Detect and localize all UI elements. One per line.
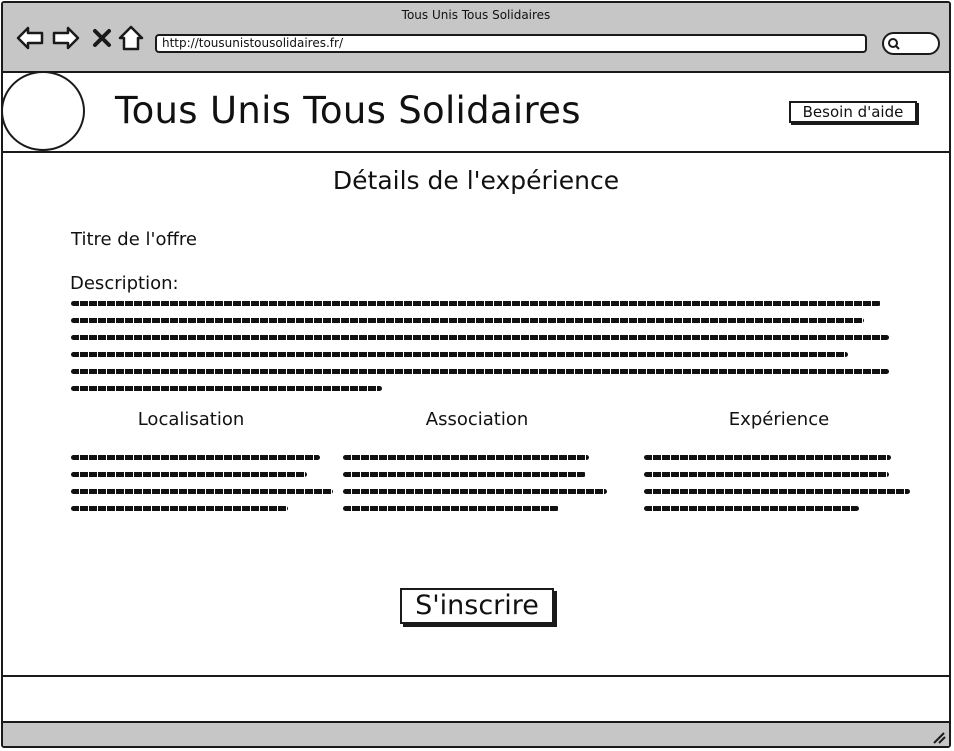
close-x-icon[interactable] (87, 23, 117, 53)
description-label: Description: (70, 273, 179, 294)
browser-window: Tous Unis Tous Solidaires http://tousuni… (1, 1, 951, 748)
url-bar[interactable]: http://tousunistousolidaires.fr/ (155, 34, 867, 53)
association-heading: Association (425, 409, 529, 430)
localisation-heading: Localisation (137, 409, 245, 430)
signup-button[interactable]: S'inscrire (400, 588, 554, 624)
window-title: Tous Unis Tous Solidaires (401, 8, 551, 22)
browser-chrome: Tous Unis Tous Solidaires http://tousuni… (3, 3, 949, 73)
help-button[interactable]: Besoin d'aide (789, 101, 917, 123)
back-arrow-icon[interactable] (15, 23, 45, 53)
search-field[interactable] (882, 32, 940, 55)
experience-placeholder-text (644, 455, 910, 523)
status-bar (3, 721, 949, 746)
description-placeholder-text (71, 301, 889, 403)
search-icon (888, 38, 900, 50)
resize-grip-icon[interactable] (930, 730, 946, 744)
offer-title: Titre de l'offre (71, 229, 197, 250)
footer-divider (3, 675, 949, 677)
forward-arrow-icon[interactable] (51, 23, 81, 53)
experience-heading: Expérience (728, 409, 830, 430)
home-icon[interactable] (116, 23, 146, 53)
page-heading: Détails de l'expérience (332, 166, 620, 195)
association-placeholder-text (343, 455, 607, 523)
logo-placeholder (3, 71, 85, 151)
localisation-placeholder-text (71, 455, 333, 523)
site-title: Tous Unis Tous Solidaires (115, 89, 581, 132)
site-header: Tous Unis Tous Solidaires Besoin d'aide (3, 71, 949, 153)
